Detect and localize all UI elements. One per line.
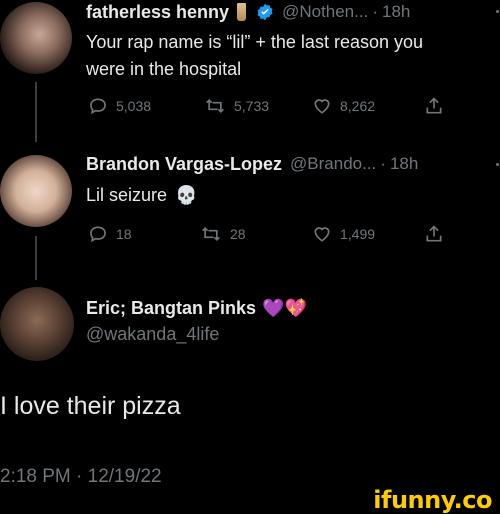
like-button[interactable]: 1,499	[312, 224, 375, 244]
tweet-text-line: Your rap name is “lil” + the last reason…	[86, 32, 424, 52]
avatar[interactable]	[0, 2, 72, 74]
share-icon	[426, 225, 442, 242]
separator: ·	[372, 2, 378, 21]
avatar[interactable]	[0, 287, 74, 361]
reply-count: 5,038	[116, 98, 152, 114]
main-tweet-text: I love their pizza	[0, 392, 181, 420]
display-name[interactable]: Brandon Vargas-Lopez	[86, 154, 282, 175]
avatar[interactable]	[0, 155, 72, 227]
tweet-header: Brandon Vargas-Lopez @Brando... · 18h	[86, 152, 418, 176]
handle[interactable]: @Nothen...	[282, 2, 368, 22]
retweet-button[interactable]: 5,733	[204, 96, 269, 116]
verified-badge-icon	[256, 3, 274, 21]
reply-count: 18	[116, 226, 132, 242]
tweet-text-line: were in the hospital	[86, 59, 242, 79]
handle[interactable]: @wakanda_4life	[86, 324, 219, 345]
retweet-icon	[202, 226, 220, 242]
share-button[interactable]	[424, 96, 452, 116]
more-icon[interactable]	[496, 10, 499, 13]
ifunny-watermark: ifunny.co	[373, 486, 492, 514]
handle-row: @wakanda_4life	[86, 322, 219, 346]
heart-emoji: 💜💖	[262, 297, 307, 318]
timestamp[interactable]: 18h	[390, 154, 418, 174]
thread-line	[35, 82, 37, 142]
retweet-icon	[206, 98, 224, 114]
heart-icon	[314, 99, 330, 114]
main-tweet-header: Eric; Bangtan Pinks 💜💖	[86, 295, 307, 321]
separator: ·	[380, 154, 386, 173]
cup-emoji-icon	[237, 3, 247, 21]
thread-line	[35, 236, 37, 280]
like-count: 8,262	[340, 98, 376, 114]
tweet-text: Lil seizure	[86, 184, 168, 205]
more-icon[interactable]	[496, 163, 499, 166]
reply-button[interactable]: 18	[88, 224, 132, 244]
timestamp[interactable]: 18h	[382, 2, 410, 22]
tweet-body: Lil seizure 💀	[86, 182, 197, 208]
like-button[interactable]: 8,262	[312, 96, 375, 116]
handle[interactable]: @Brando...	[290, 154, 376, 174]
like-count: 1,499	[340, 226, 376, 242]
main-tweet-timestamp[interactable]: 2:18 PM · 12/19/22	[0, 466, 162, 488]
heart-icon	[314, 227, 330, 242]
tweet-header: fatherless henny @Nothen... · 18h	[86, 0, 410, 24]
display-name[interactable]: Eric; Bangtan Pinks	[86, 298, 256, 319]
retweet-button[interactable]: 28	[200, 224, 246, 244]
reply-button[interactable]: 5,038	[88, 96, 151, 116]
retweet-count: 28	[230, 226, 246, 242]
reply-icon	[90, 98, 106, 115]
retweet-count: 5,733	[234, 98, 270, 114]
share-button[interactable]	[424, 224, 452, 244]
skull-emoji: 💀	[175, 184, 198, 205]
display-name[interactable]: fatherless henny	[86, 2, 229, 23]
reply-icon	[90, 226, 106, 243]
share-icon	[426, 97, 442, 114]
